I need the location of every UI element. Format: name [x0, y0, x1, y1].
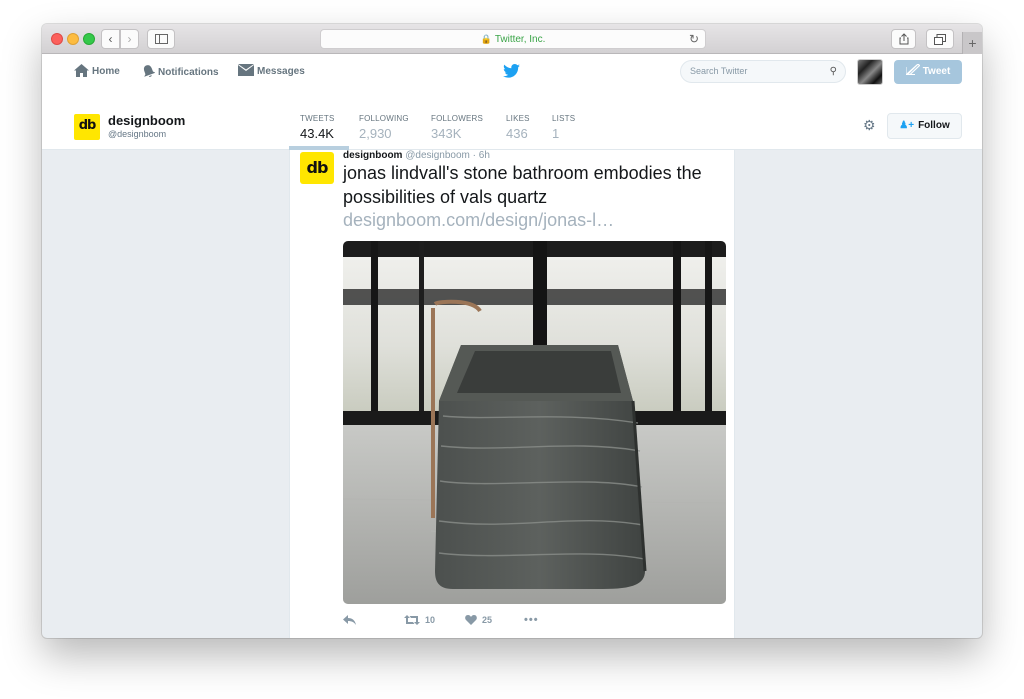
heart-icon [465, 615, 477, 625]
tweet-header: designboom @designboom · 6h [343, 150, 490, 161]
new-tab-button[interactable]: + [962, 32, 982, 54]
zoom-window-button[interactable] [83, 33, 95, 45]
sidebar-icon [154, 34, 168, 44]
tweet-card[interactable]: db designboom @designboom · 6h jonas lin… [289, 150, 735, 638]
nav-home[interactable]: Home [74, 64, 120, 80]
minimize-window-button[interactable] [67, 33, 79, 45]
envelope-icon [238, 64, 254, 76]
stat-label: FOLLOWING [359, 114, 409, 123]
nav-home-label: Home [92, 66, 120, 77]
stat-value: 1 [552, 126, 560, 141]
stat-value: 43.4K [300, 126, 334, 141]
search-placeholder: Search Twitter [690, 66, 748, 76]
sidebar-toggle-button[interactable] [147, 29, 175, 49]
show-tabs-button[interactable] [926, 29, 954, 49]
nav-messages-label: Messages [257, 66, 305, 77]
retweet-icon [404, 615, 420, 625]
stat-value: 343K [431, 126, 462, 141]
twitter-bird-icon[interactable] [503, 64, 520, 83]
stat-value: 2,930 [359, 126, 392, 141]
reload-icon[interactable]: ↻ [689, 30, 699, 48]
address-text: Twitter, Inc. [494, 34, 546, 45]
address-bar[interactable]: 🔒 Twitter, Inc. ↻ [320, 29, 706, 49]
tweet-actions: 10 25 ••• [343, 612, 723, 628]
retweet-count: 10 [425, 615, 436, 625]
tweet-button-label: Tweet [922, 66, 951, 77]
bell-icon [143, 65, 156, 77]
like-button[interactable]: 25 [465, 612, 492, 628]
twitter-top-nav: Home Notifications Messages Search Twitt… [42, 54, 982, 90]
more-button[interactable]: ••• [524, 612, 539, 628]
close-window-button[interactable] [51, 33, 63, 45]
follow-button[interactable]: ♟+ Follow [887, 113, 962, 139]
share-button[interactable] [891, 29, 916, 49]
stat-following[interactable]: FOLLOWING 2,930 [359, 114, 409, 141]
stat-label: LIKES [506, 114, 530, 123]
stat-likes[interactable]: LIKES 436 [506, 114, 530, 141]
stat-followers[interactable]: FOLLOWERS 343K [431, 114, 483, 141]
chevron-left-icon: ‹ [108, 32, 113, 46]
stat-label: LISTS [552, 114, 576, 123]
stat-label: FOLLOWERS [431, 114, 484, 123]
profile-name[interactable]: designboom [108, 113, 185, 128]
nav-messages[interactable]: Messages [238, 64, 305, 80]
tweet-link[interactable]: designboom.com/design/jonas-l… [343, 210, 614, 231]
user-avatar[interactable] [857, 59, 883, 85]
browser-toolbar: ‹ › 🔒 Twitter, Inc. ↻ + [42, 24, 982, 54]
search-input[interactable]: Search Twitter ⚲ [680, 60, 846, 83]
stat-label: TWEETS [300, 114, 335, 123]
reply-button[interactable] [343, 612, 361, 628]
retweet-button[interactable]: 10 [404, 612, 435, 628]
profile-bar: db designboom @designboom TWEETS 43.4K F… [42, 90, 982, 150]
search-icon[interactable]: ⚲ [830, 61, 837, 82]
follow-button-label: Follow [918, 120, 950, 131]
tweet-author[interactable]: designboom [343, 150, 402, 161]
add-user-icon: ♟+ [899, 120, 915, 131]
stat-tweets[interactable]: TWEETS 43.4K [300, 114, 335, 141]
tweet-avatar[interactable]: db [300, 152, 334, 184]
lock-icon: 🔒 [480, 34, 492, 44]
gear-icon[interactable]: ⚙ [863, 117, 876, 134]
reply-icon [343, 615, 356, 625]
stat-lists[interactable]: LISTS 1 [552, 114, 575, 141]
tweet-text: jonas lindvall's stone bathroom embodies… [343, 163, 702, 207]
stat-value: 436 [506, 126, 528, 141]
back-button[interactable]: ‹ [101, 29, 120, 49]
forward-button[interactable]: › [120, 29, 139, 49]
like-count: 25 [482, 615, 493, 625]
nav-notifications[interactable]: Notifications [142, 64, 219, 80]
chevron-right-icon: › [127, 32, 132, 46]
home-icon [74, 64, 89, 77]
profile-logo[interactable]: db [74, 114, 100, 140]
profile-handle: @designboom [108, 129, 167, 139]
tweet-handle-time: @designboom · 6h [405, 150, 490, 161]
tabs-icon [934, 34, 946, 45]
compose-tweet-button[interactable]: Tweet [894, 60, 962, 84]
share-icon [899, 33, 908, 45]
compose-icon [905, 63, 921, 76]
nav-notifications-label: Notifications [158, 67, 219, 78]
browser-window: ‹ › 🔒 Twitter, Inc. ↻ + Home Notification… [42, 24, 982, 638]
tweet-photo[interactable] [343, 241, 726, 604]
